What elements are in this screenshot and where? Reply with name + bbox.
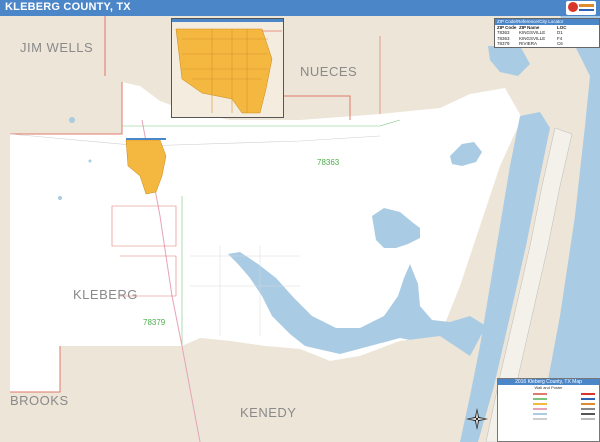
map-page: KLEBERG COUNTY, TX JIM WELLS NUECES KLEB… xyxy=(0,0,600,442)
label-kenedy: KENEDY xyxy=(240,405,297,420)
label-nueces: NUECES xyxy=(300,64,358,79)
zip-label-78363: 78363 xyxy=(317,158,340,167)
legend-item xyxy=(549,416,598,421)
pond xyxy=(88,159,92,163)
label-kleberg: KLEBERG xyxy=(73,287,138,302)
compass-rose-icon xyxy=(466,408,488,430)
pond xyxy=(58,196,62,200)
zip-locator-table: ZIP Code/Reference/City Locator ZIP Code… xyxy=(494,18,600,48)
pond xyxy=(69,117,75,123)
zip-label-78379: 78379 xyxy=(143,318,166,327)
title-bar: KLEBERG COUNTY, TX xyxy=(0,0,600,16)
map-legend: 2016 Kleberg County, TX Map Wall and Pos… xyxy=(497,378,600,442)
kenedy-county-land xyxy=(60,336,470,442)
map-title: KLEBERG COUNTY, TX xyxy=(5,1,131,13)
kingsville-bar xyxy=(126,138,166,140)
inset-map[interactable] xyxy=(171,18,284,118)
legend-col-left xyxy=(500,391,549,421)
inset-svg xyxy=(172,22,283,117)
label-brooks: BROOKS xyxy=(10,393,69,408)
label-jim-wells: JIM WELLS xyxy=(20,40,94,55)
publisher-logo-icon xyxy=(566,1,596,15)
inset-title-bar xyxy=(172,19,283,22)
legend-columns xyxy=(498,390,599,422)
legend-item xyxy=(500,416,549,421)
legend-col-right xyxy=(549,391,598,421)
table-row: 78379 RIVIERA C6 xyxy=(497,41,563,47)
